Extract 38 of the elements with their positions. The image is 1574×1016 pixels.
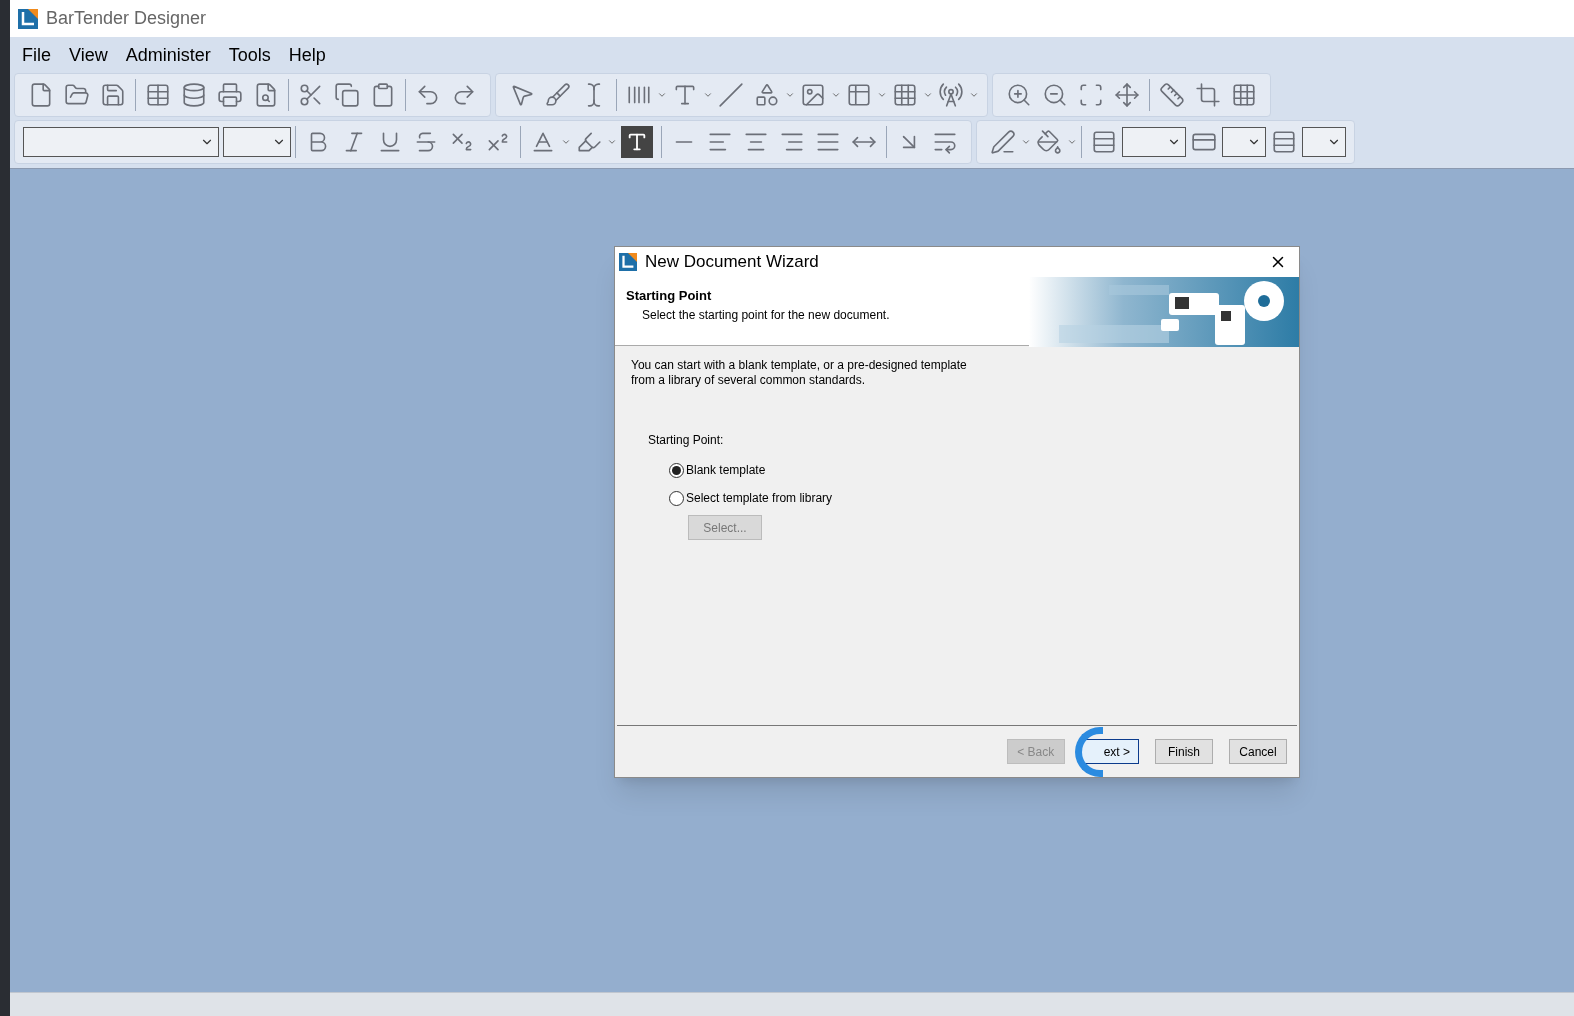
caret-icon[interactable] bbox=[877, 90, 887, 100]
radio-option[interactable]: Select template from library bbox=[669, 489, 1283, 507]
dialog-button[interactable]: Cancel bbox=[1229, 739, 1287, 765]
dialog-button[interactable]: ext > bbox=[1080, 739, 1139, 765]
dialog-button[interactable]: Finish bbox=[1155, 739, 1213, 765]
dropdown-field[interactable] bbox=[1222, 127, 1266, 157]
dropdown-field[interactable] bbox=[223, 127, 291, 157]
app-logo-icon bbox=[619, 253, 637, 271]
cursor-highlight bbox=[1074, 726, 1103, 777]
window-title: BarTender Designer bbox=[46, 7, 207, 30]
dropdown-field[interactable] bbox=[23, 127, 219, 157]
radio-button[interactable] bbox=[669, 490, 684, 506]
menu-item[interactable]: View bbox=[69, 41, 108, 69]
radio-button[interactable] bbox=[669, 462, 684, 478]
step-subtitle: Select the starting point for the new document. bbox=[641, 306, 891, 324]
caret-icon[interactable] bbox=[785, 90, 795, 100]
dialog-title: New Document Wizard bbox=[645, 251, 819, 274]
group-label: Starting Point: bbox=[648, 432, 725, 449]
step-title: Starting Point bbox=[626, 287, 713, 305]
caret-icon[interactable] bbox=[831, 90, 841, 100]
app-logo-icon bbox=[18, 8, 38, 29]
menu-item[interactable]: Administer bbox=[125, 41, 211, 69]
menu-item[interactable]: Tools bbox=[228, 41, 271, 69]
caret-icon[interactable] bbox=[1067, 137, 1077, 147]
menu-item[interactable]: File bbox=[22, 41, 51, 69]
caret-icon[interactable] bbox=[1021, 137, 1031, 147]
caret-icon[interactable] bbox=[969, 90, 979, 100]
caret-icon[interactable] bbox=[657, 90, 667, 100]
inverse-text-icon[interactable] bbox=[621, 126, 653, 158]
caret-icon[interactable] bbox=[561, 137, 571, 147]
caret-icon[interactable] bbox=[923, 90, 933, 100]
dropdown-field[interactable] bbox=[1122, 127, 1186, 157]
menu-item[interactable]: Help bbox=[288, 41, 326, 69]
radio-option[interactable]: Blank template bbox=[669, 461, 1283, 479]
dropdown-field[interactable] bbox=[1302, 127, 1346, 157]
caret-icon[interactable] bbox=[607, 137, 617, 147]
caret-icon[interactable] bbox=[703, 90, 713, 100]
intro-text: You can start with a blank template, or a pre-designed template from a library of several common standards. bbox=[631, 358, 968, 388]
